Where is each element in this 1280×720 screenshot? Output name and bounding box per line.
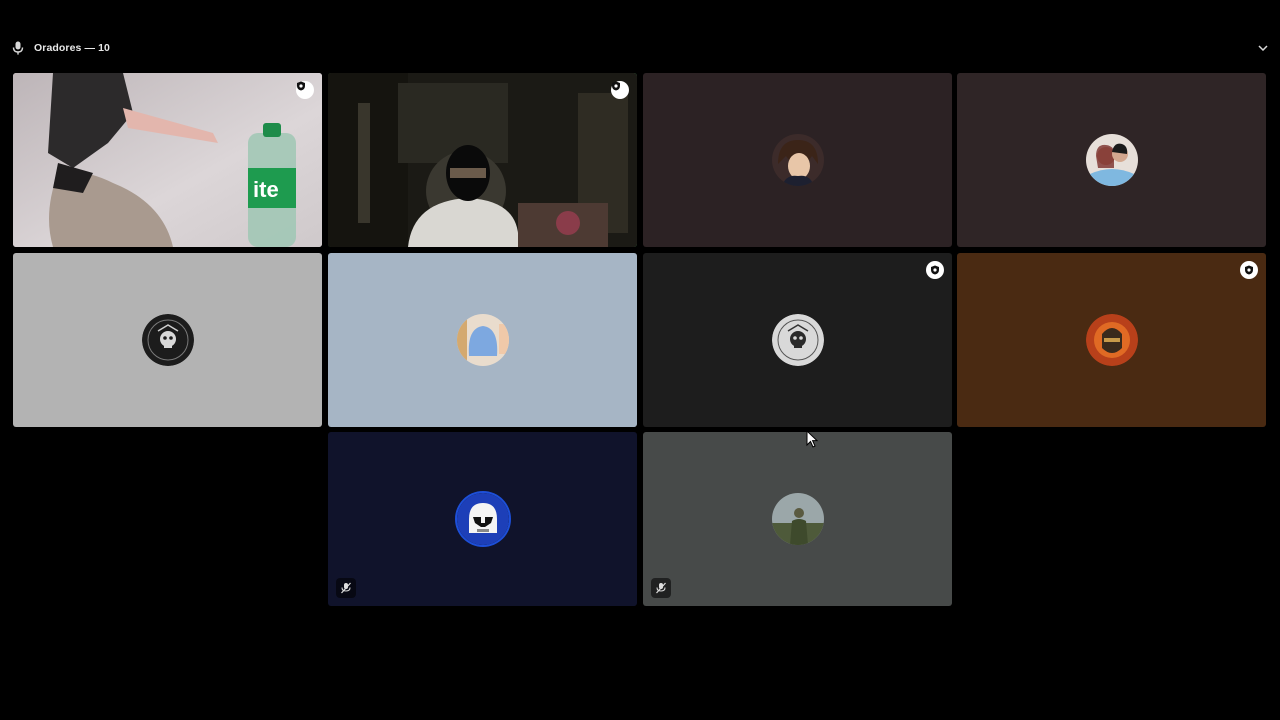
blue-figure-avatar — [456, 314, 509, 366]
shield-badge-icon — [296, 81, 314, 99]
soldier-photo-avatar — [771, 493, 824, 545]
participant-tile[interactable] — [643, 253, 952, 427]
muted-mic-icon — [336, 578, 356, 598]
video-feed: ite — [13, 73, 322, 247]
participant-tile[interactable] — [957, 73, 1266, 247]
clan-azteca-emblem-avatar — [771, 314, 824, 366]
muted-mic-icon — [651, 578, 671, 598]
chevron-down-icon — [1258, 45, 1268, 51]
participant-tile[interactable] — [13, 253, 322, 427]
svg-text:ite: ite — [253, 177, 279, 202]
participant-tile-video-speaking[interactable] — [328, 73, 637, 247]
voice-channel-stage: Oradores — 10 ite — [0, 0, 1280, 720]
collapse-speakers-button[interactable] — [1256, 41, 1270, 55]
participant-tile[interactable] — [328, 253, 637, 427]
clan-azteca-emblem-avatar — [141, 314, 194, 366]
clone-trooper-helmet-avatar — [456, 493, 509, 545]
participant-tile-video[interactable]: ite — [13, 73, 322, 247]
couple-photo-avatar — [1085, 134, 1138, 186]
shield-badge-icon — [926, 261, 944, 279]
anime-character-avatar — [771, 134, 824, 186]
red-flame-warrior-avatar — [1085, 314, 1138, 366]
speakers-count-title: Oradores — 10 — [34, 42, 110, 54]
microphone-icon — [12, 41, 24, 55]
video-feed — [328, 73, 637, 247]
participant-tile[interactable] — [643, 73, 952, 247]
participant-tile[interactable] — [957, 253, 1266, 427]
participant-tile-muted[interactable] — [328, 432, 637, 606]
shield-badge-icon — [611, 81, 629, 99]
participant-tile-muted[interactable] — [643, 432, 952, 606]
shield-badge-icon — [1240, 261, 1258, 279]
speakers-header: Oradores — 10 — [12, 38, 1270, 58]
